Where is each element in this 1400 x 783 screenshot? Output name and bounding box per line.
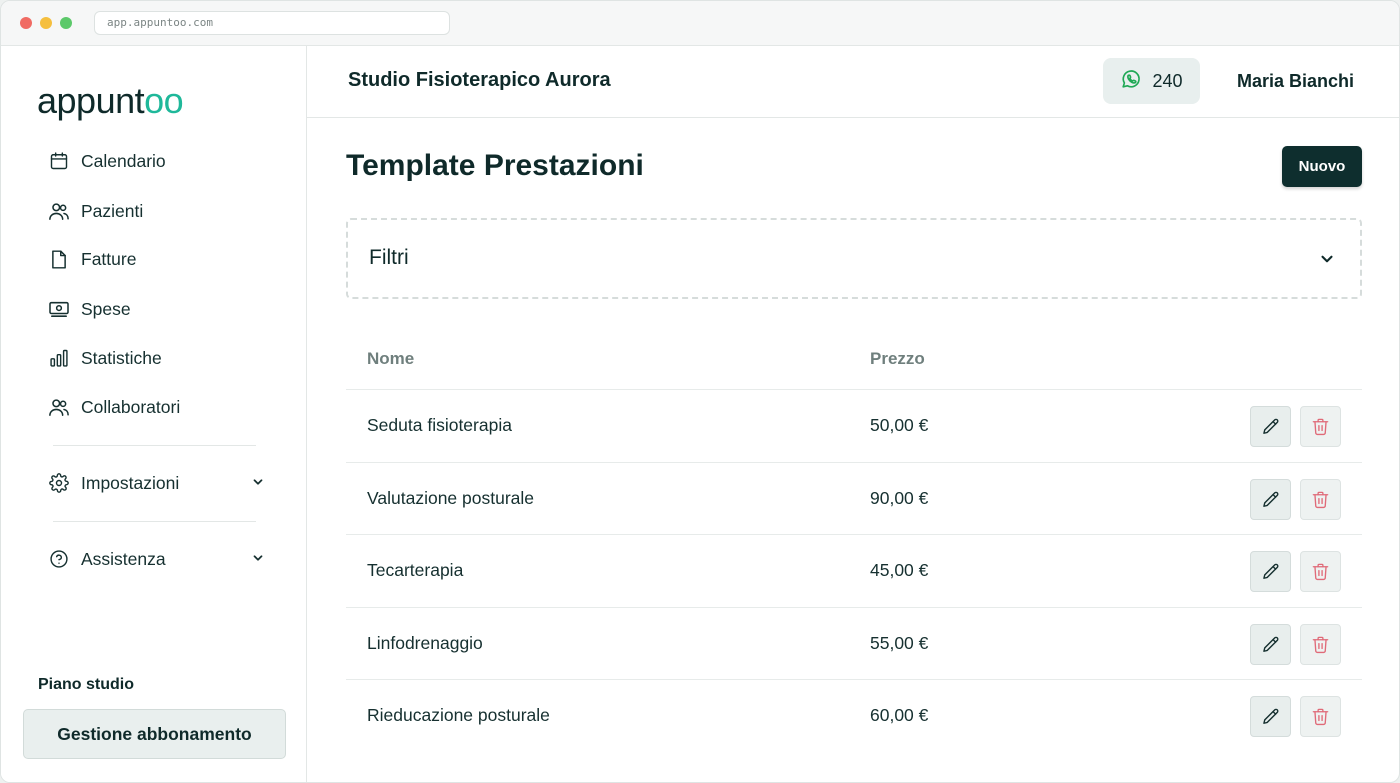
sidebar-item-label: Collaboratori [81,396,181,417]
new-button[interactable]: Nuovo [1282,146,1362,187]
row-price: 60,00 € [870,705,929,725]
sidebar-item-label: Assistenza [81,548,166,569]
edit-button[interactable] [1250,696,1291,737]
row-name: Rieducazione posturale [367,705,550,725]
sidebar-item-pazienti[interactable]: Pazienti [37,192,277,230]
row-name: Linfodrenaggio [367,633,483,653]
whatsapp-count: 240 [1152,70,1183,91]
delete-button[interactable] [1300,551,1341,592]
trash-icon [1312,708,1329,726]
gear-icon [47,471,71,495]
pencil-icon [1262,491,1278,507]
row-price: 50,00 € [870,415,929,435]
manage-subscription-button[interactable]: Gestione abbonamento [23,709,286,759]
pencil-icon [1262,636,1278,652]
window-maximize-dot[interactable] [60,17,72,29]
studio-name: Studio Fisioterapico Aurora [348,69,611,91]
sidebar-item-spese[interactable]: Spese [37,290,277,328]
edit-button[interactable] [1250,406,1291,447]
delete-button[interactable] [1300,479,1341,520]
column-header-nome: Nome [367,349,415,368]
logo[interactable]: appuntoo [37,80,184,122]
sidebar-item-label: Spese [81,298,131,319]
app-window: app.appuntoo.com appuntoo Calendario Paz… [0,0,1400,783]
table-row: Tecarterapia 45,00 € [346,534,1362,607]
row-price: 55,00 € [870,633,929,653]
sidebar-item-impostazioni[interactable]: Impostazioni [37,464,277,502]
trash-icon [1312,563,1329,581]
top-header: Studio Fisioterapico Aurora 240 Maria Bi… [307,46,1399,118]
sidebar-item-label: Calendario [81,150,166,171]
row-price: 45,00 € [870,560,929,580]
whatsapp-credits-badge[interactable]: 240 [1103,58,1200,104]
sidebar-item-collaboratori[interactable]: Collaboratori [37,388,277,426]
delete-button[interactable] [1300,624,1341,665]
pencil-icon [1262,418,1278,434]
edit-button[interactable] [1250,479,1291,520]
trash-icon [1312,636,1329,654]
help-circle-icon [47,547,71,571]
whatsapp-icon [1120,68,1142,95]
sidebar-item-fatture[interactable]: Fatture [37,240,277,278]
sidebar-item-calendario[interactable]: Calendario [37,142,277,180]
pencil-icon [1262,708,1278,724]
window-minimize-dot[interactable] [40,17,52,29]
sidebar-item-label: Impostazioni [81,472,180,493]
sidebar-item-statistiche[interactable]: Statistiche [37,339,277,377]
sidebar-item-label: Pazienti [81,200,144,221]
edit-button[interactable] [1250,624,1291,665]
row-price: 90,00 € [870,488,929,508]
sidebar-item-label: Fatture [81,248,137,269]
column-header-prezzo: Prezzo [870,349,925,368]
pencil-icon [1262,563,1278,579]
chevron-down-icon [1318,250,1336,273]
row-name: Valutazione posturale [367,488,535,508]
chevron-down-icon [251,475,265,494]
chevron-down-icon [251,551,265,570]
table-row: Rieducazione posturale 60,00 € [346,679,1362,752]
window-close-dot[interactable] [20,17,32,29]
delete-button[interactable] [1300,696,1341,737]
sidebar-item-label: Statistiche [81,347,162,368]
delete-button[interactable] [1300,406,1341,447]
row-name: Tecarterapia [367,560,464,580]
users-icon [47,395,71,419]
file-icon [47,247,71,271]
trash-icon [1312,418,1329,436]
address-bar[interactable]: app.appuntoo.com [94,11,450,35]
banknote-icon [47,297,71,321]
users-icon [47,199,71,223]
table-row: Valutazione posturale 90,00 € [346,462,1362,535]
page-title: Template Prestazioni [346,149,644,182]
bar-chart-icon [47,346,71,370]
trash-icon [1312,491,1329,509]
logo-text-suffix: oo [144,80,184,121]
browser-chrome: app.appuntoo.com [1,1,1399,46]
filters-label: Filtri [369,246,409,269]
plan-label: Piano studio [38,676,134,693]
logo-text-prefix: appunt [37,80,145,121]
user-name[interactable]: Maria Bianchi [1237,71,1354,92]
row-name: Seduta fisioterapia [367,415,512,435]
sidebar-item-assistenza[interactable]: Assistenza [37,540,277,578]
sidebar-divider [53,521,256,522]
calendar-icon [47,149,71,173]
table-row: Seduta fisioterapia 50,00 € [346,389,1362,462]
edit-button[interactable] [1250,551,1291,592]
filters-panel[interactable]: Filtri [346,218,1362,299]
table-row: Linfodrenaggio 55,00 € [346,607,1362,680]
sidebar-divider [53,445,256,446]
sidebar: appuntoo Calendario Pazienti Fatture Spe… [1,46,307,782]
